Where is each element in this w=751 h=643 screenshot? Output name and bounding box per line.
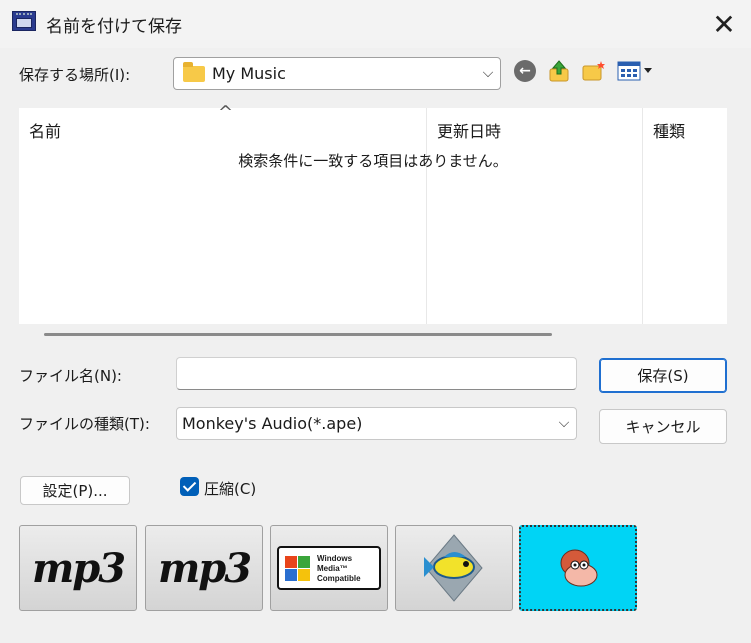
compress-checkbox[interactable] [180,477,199,496]
up-folder-icon[interactable] [548,59,570,83]
chevron-down-icon [482,66,494,78]
format-ape-button[interactable] [519,525,637,611]
format-mp3-button[interactable]: mp3 [19,525,137,611]
monkey-icon [560,549,598,587]
filetype-label: ファイルの種類(T): [19,415,150,433]
filename-label: ファイル名(N): [19,367,122,385]
format-wma-button[interactable]: Windows Media™ Compatible [270,525,388,611]
compress-label[interactable]: 圧縮(C) [204,478,256,499]
horizontal-scrollbar[interactable] [44,333,552,336]
lookin-value: My Music [212,64,286,83]
close-button[interactable]: ✕ [706,6,742,42]
mp3-logo: mp3 [31,544,126,592]
fish-icon [424,534,483,602]
folder-icon [183,62,205,82]
column-header-modified[interactable]: 更新日時 [437,118,501,142]
save-button[interactable]: 保存(S) [599,358,727,393]
lookin-dropdown[interactable]: My Music [173,57,501,90]
format-ogg-button[interactable] [395,525,513,611]
column-header-name[interactable]: 名前 [29,118,61,142]
filetype-dropdown[interactable]: Monkey's Audio(*.ape) [176,407,577,440]
filename-input[interactable] [176,357,577,390]
windows-flag-icon [285,556,311,582]
column-divider[interactable] [426,108,427,324]
column-header-type[interactable]: 種類 [653,118,685,142]
title-bar: 名前を付けて保存 ✕ [0,0,751,48]
empty-message: 検索条件に一致する項目はありません。 [238,152,508,170]
chevron-down-icon [558,416,570,428]
view-menu-icon[interactable] [617,60,657,82]
lookin-label: 保存する場所(I): [19,66,131,84]
sort-caret-icon: ^ [218,102,234,123]
cancel-button[interactable]: キャンセル [599,409,727,444]
windows-media-logo: Windows Media™ Compatible [277,546,381,590]
settings-button[interactable]: 設定(P)... [20,476,130,505]
app-icon [12,11,36,31]
window-title: 名前を付けて保存 [46,17,182,37]
file-list[interactable]: ^ 名前 更新日時 種類 検索条件に一致する項目はありません。 [19,102,727,324]
column-divider[interactable] [642,108,643,324]
mp3-logo: mp3 [157,544,252,592]
new-folder-icon[interactable] [582,60,606,82]
format-mp3-alt-button[interactable]: mp3 [145,525,263,611]
filetype-value: Monkey's Audio(*.ape) [182,414,363,433]
back-icon[interactable]: ← [514,60,536,82]
